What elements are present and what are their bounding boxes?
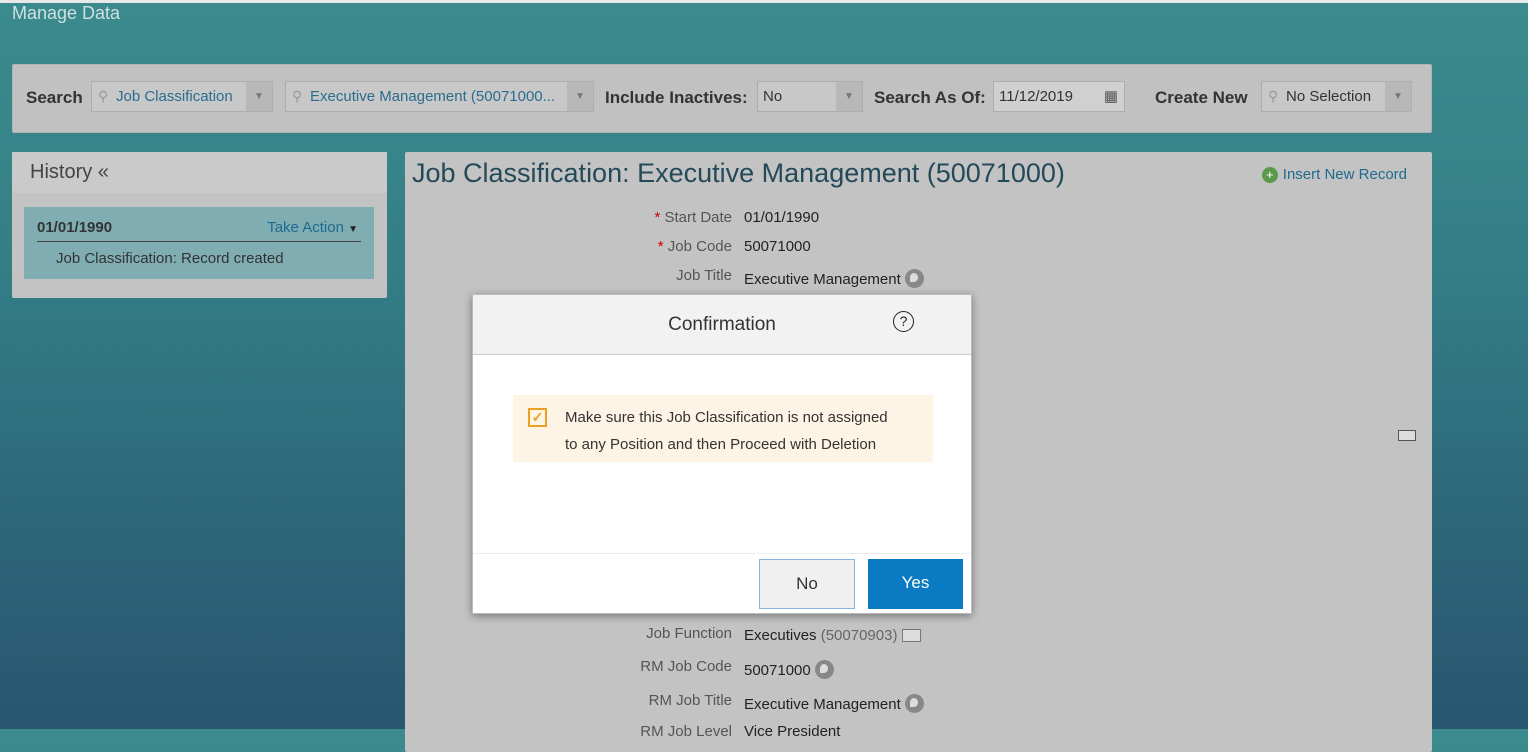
chevron-down-icon[interactable]: ▼ — [246, 82, 272, 111]
include-inactives-select[interactable]: No ▼ — [757, 81, 863, 112]
job-function-label: Job Function — [646, 625, 732, 642]
record-value: Executive Management (50071000... — [310, 88, 556, 105]
translation-globe-icon[interactable] — [904, 694, 924, 713]
search-as-of-date-input[interactable]: 11/12/2019 ▦ — [993, 81, 1125, 112]
checkbox-icon[interactable]: ✓ — [528, 408, 547, 427]
dialog-title: Confirmation — [668, 314, 776, 335]
rm-job-level-value: Vice President — [744, 723, 841, 740]
translation-globe-icon[interactable] — [904, 269, 924, 288]
details-card-icon[interactable] — [901, 629, 921, 642]
chevron-down-icon[interactable]: ▼ — [567, 82, 593, 111]
job-title-value: Executive Management — [744, 269, 924, 288]
start-date-label: * Start Date — [654, 209, 732, 226]
date-value: 11/12/2019 — [999, 88, 1073, 105]
confirmation-dialog: Confirmation? ✓ Make sure this Job Class… — [472, 294, 972, 614]
help-icon[interactable]: ? — [893, 311, 914, 332]
divider — [37, 241, 361, 242]
rm-job-title-label: RM Job Title — [648, 692, 732, 709]
dialog-header: Confirmation? — [473, 295, 971, 355]
job-code-label: * Job Code — [657, 238, 732, 255]
insert-label: Insert New Record — [1282, 166, 1407, 183]
take-action-label: Take Action — [267, 219, 344, 236]
side-panel-icon[interactable] — [1398, 430, 1416, 441]
start-date-value: 01/01/1990 — [744, 209, 820, 226]
search-bar: Search ⚲ Job Classification ▼ ⚲ Executive M… — [12, 64, 1432, 133]
create-new-label: Create New — [1155, 88, 1248, 107]
insert-new-record-link[interactable]: + Insert New Record — [1261, 166, 1407, 183]
search-icon: ⚲ — [1268, 88, 1279, 104]
calendar-icon[interactable]: ▦ — [1104, 82, 1118, 111]
rm-job-code-value: 50071000 — [744, 660, 834, 679]
page-title: Manage Data — [12, 3, 121, 23]
message-line-1: Make sure this Job Classification is not… — [565, 409, 888, 426]
warning-message: ✓ Make sure this Job Classification is n… — [513, 395, 933, 462]
translation-globe-icon[interactable] — [814, 660, 834, 679]
job-function-value: Executives (50070903) — [744, 627, 921, 644]
history-panel: History « 01/01/1990 Take Action ▼ Job C… — [12, 152, 387, 298]
rm-job-code-label: RM Job Code — [640, 658, 732, 675]
create-new-select[interactable]: ⚲ No Selection ▼ — [1261, 81, 1412, 112]
record-select[interactable]: ⚲ Executive Management (50071000... ▼ — [285, 81, 594, 112]
include-inactives-label: Include Inactives: — [605, 88, 748, 107]
create-new-value: No Selection — [1286, 88, 1372, 105]
object-type-select[interactable]: ⚲ Job Classification ▼ — [91, 81, 273, 112]
yes-button[interactable]: Yes — [868, 559, 963, 609]
search-label: Search — [26, 88, 83, 107]
object-type-value: Job Classification — [116, 88, 233, 105]
history-description: Job Classification: Record created — [56, 250, 284, 267]
dialog-footer: No Yes — [473, 553, 971, 613]
history-date: 01/01/1990 — [37, 219, 113, 236]
search-as-of-label: Search As Of: — [874, 88, 986, 107]
take-action-menu[interactable]: Take Action ▼ — [267, 219, 358, 236]
caret-down-icon: ▼ — [348, 224, 358, 235]
message-line-2: to any Position and then Proceed with De… — [565, 436, 877, 453]
plus-circle-icon: + — [1261, 167, 1278, 183]
search-icon: ⚲ — [98, 88, 109, 104]
job-title-label: Job Title — [676, 267, 732, 284]
no-button[interactable]: No — [759, 559, 855, 609]
record-title: Job Classification: Executive Management… — [412, 158, 1065, 188]
top-border — [0, 0, 1528, 3]
chevron-down-icon[interactable]: ▼ — [1385, 82, 1411, 111]
rm-job-level-label: RM Job Level — [640, 723, 732, 740]
history-item[interactable]: 01/01/1990 Take Action ▼ Job Classificat… — [24, 207, 374, 279]
history-header[interactable]: History « — [12, 152, 387, 193]
chevron-down-icon[interactable]: ▼ — [836, 82, 862, 111]
include-inactives-value: No — [763, 88, 783, 105]
search-icon: ⚲ — [292, 88, 303, 104]
job-code-value: 50071000 — [744, 238, 811, 255]
rm-job-title-value: Executive Management — [744, 694, 924, 713]
